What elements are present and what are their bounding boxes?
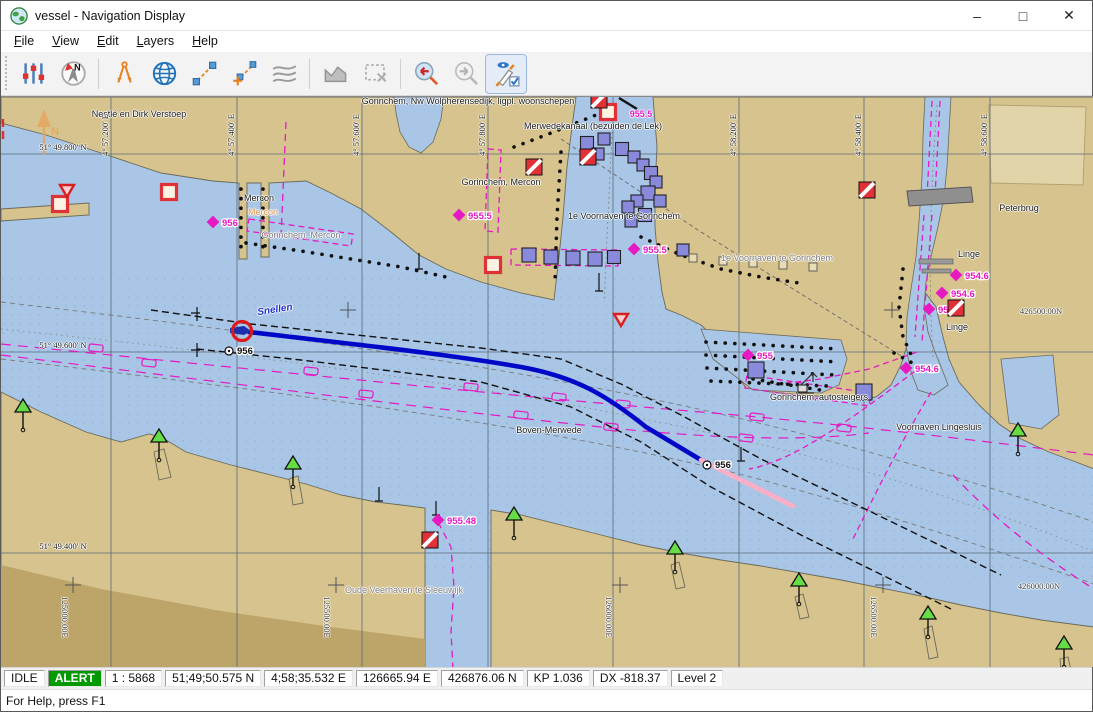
- striped-square-mark: [590, 96, 608, 109]
- title-bar: vessel - Navigation Display – □ ✕: [1, 1, 1092, 31]
- status-field: IDLE: [4, 670, 45, 688]
- contour-lines-icon: [272, 65, 296, 83]
- white-square-mark: [159, 182, 179, 201]
- area-chart-icon: [324, 66, 346, 83]
- application-window: vessel - Navigation Display – □ ✕ File Vi…: [0, 0, 1093, 712]
- lingesluis-basin: [1000, 354, 1060, 430]
- building-square: [855, 383, 873, 401]
- help-text: For Help, press F1: [6, 693, 106, 708]
- toolbar-separator: [309, 58, 310, 89]
- contour-lines-button[interactable]: [264, 55, 304, 93]
- globe-button[interactable]: [144, 55, 184, 93]
- building-square: [521, 247, 537, 263]
- measure-line-button[interactable]: [184, 55, 224, 93]
- striped-square-mark: [525, 158, 543, 176]
- striped-square-mark: [858, 181, 876, 199]
- compass-north-icon: N: [60, 61, 86, 87]
- add-node-icon: [232, 61, 256, 86]
- zoom-back-icon: [414, 62, 438, 86]
- status-field: 426876.06 N: [440, 670, 524, 688]
- svg-text:955.5: 955.5: [643, 245, 667, 256]
- dry-dock-yard: [988, 104, 1087, 186]
- select-region-icon: [364, 64, 386, 83]
- globe-icon: [152, 62, 176, 86]
- building-square: [624, 214, 638, 228]
- svg-text:N: N: [51, 126, 59, 138]
- toolbar-separator: [400, 58, 401, 89]
- minimize-button[interactable]: –: [954, 1, 1000, 30]
- striped-square-mark: [421, 531, 439, 549]
- building-square: [676, 243, 690, 257]
- status-field: KP 1.036: [526, 670, 590, 688]
- status-field: Level 2: [670, 670, 724, 688]
- building-square: [565, 250, 581, 266]
- display-filter-button[interactable]: [485, 53, 527, 94]
- building-square: [637, 207, 653, 222]
- building-square: [621, 200, 635, 214]
- status-field: 4;58;35.532 E: [264, 670, 353, 688]
- toolbar-separator: [98, 58, 99, 89]
- alert-status-badge: ALERT: [47, 670, 102, 688]
- zoom-forward-icon: [454, 62, 478, 86]
- svg-text:955: 955: [757, 351, 774, 362]
- window-title: vessel - Navigation Display: [35, 8, 186, 23]
- building-square: [614, 141, 630, 156]
- linge-lock-gate: [918, 258, 954, 265]
- menu-item-edit[interactable]: Edit: [88, 32, 128, 50]
- svg-text:N: N: [74, 63, 81, 73]
- km-circle-mark: [702, 460, 712, 470]
- building-square: [747, 361, 765, 379]
- menu-item-file[interactable]: File: [5, 32, 43, 50]
- white-square-mark: [483, 255, 503, 274]
- linge-lock-gate: [921, 268, 952, 274]
- menu-bar: File View Edit Layers Help: [1, 31, 1092, 53]
- display-settings-button[interactable]: [13, 55, 53, 93]
- nautical-chart: N 956955.5955.5954.6954.6954.6954.695595…: [1, 96, 1093, 668]
- menu-item-view[interactable]: View: [43, 32, 88, 50]
- toolbar-grip[interactable]: [3, 55, 9, 92]
- measure-line-icon: [192, 62, 216, 86]
- toolbar: N: [1, 52, 1092, 96]
- globe-app-icon: [10, 6, 28, 25]
- svg-text:956: 956: [237, 346, 253, 357]
- sliders-icon: [22, 63, 44, 84]
- select-region-button[interactable]: [355, 55, 395, 93]
- striped-square-mark: [947, 299, 965, 317]
- striped-square-mark: [579, 148, 597, 166]
- status-field: 126665.94 E: [355, 670, 438, 688]
- building-square: [587, 251, 603, 267]
- menu-item-help[interactable]: Help: [183, 32, 227, 50]
- zoom-next-button[interactable]: [446, 55, 486, 93]
- add-node-button[interactable]: [224, 55, 264, 93]
- svg-text:955.48: 955.48: [447, 516, 476, 527]
- white-square-mark: [50, 194, 70, 213]
- help-bar: For Help, press F1: [1, 689, 1092, 711]
- menu-item-layers[interactable]: Layers: [128, 32, 184, 50]
- status-field: 1 : 5868: [104, 670, 163, 688]
- north-compass-button[interactable]: N: [53, 55, 93, 93]
- svg-text:954.6: 954.6: [915, 364, 939, 375]
- divider-caliper-icon: [116, 61, 132, 84]
- chart-canvas[interactable]: N 956955.5955.5954.6954.6954.6954.695595…: [1, 95, 1093, 668]
- divider-tool-button[interactable]: [104, 55, 144, 93]
- svg-text:954.6: 954.6: [965, 271, 989, 282]
- status-field: DX -818.37: [592, 670, 668, 688]
- building-square: [543, 249, 559, 265]
- svg-text:955.5: 955.5: [468, 211, 492, 222]
- close-button[interactable]: ✕: [1046, 1, 1092, 30]
- maximize-button[interactable]: □: [1000, 1, 1046, 30]
- building-square: [606, 249, 622, 264]
- building-square: [653, 194, 667, 208]
- svg-text:954.6: 954.6: [951, 289, 975, 300]
- zoom-previous-button[interactable]: [406, 55, 446, 93]
- area-chart-button[interactable]: [315, 55, 355, 93]
- svg-text:956: 956: [715, 460, 731, 471]
- visibility-edit-icon: [494, 62, 520, 88]
- svg-text:956: 956: [222, 218, 238, 229]
- km-circle-mark: [224, 346, 234, 356]
- status-field: 51;49;50.575 N: [165, 670, 262, 688]
- building-square: [597, 132, 611, 146]
- status-bar: IDLE ALERT 1 : 5868 51;49;50.575 N 4;58;35.5…: [1, 667, 1092, 690]
